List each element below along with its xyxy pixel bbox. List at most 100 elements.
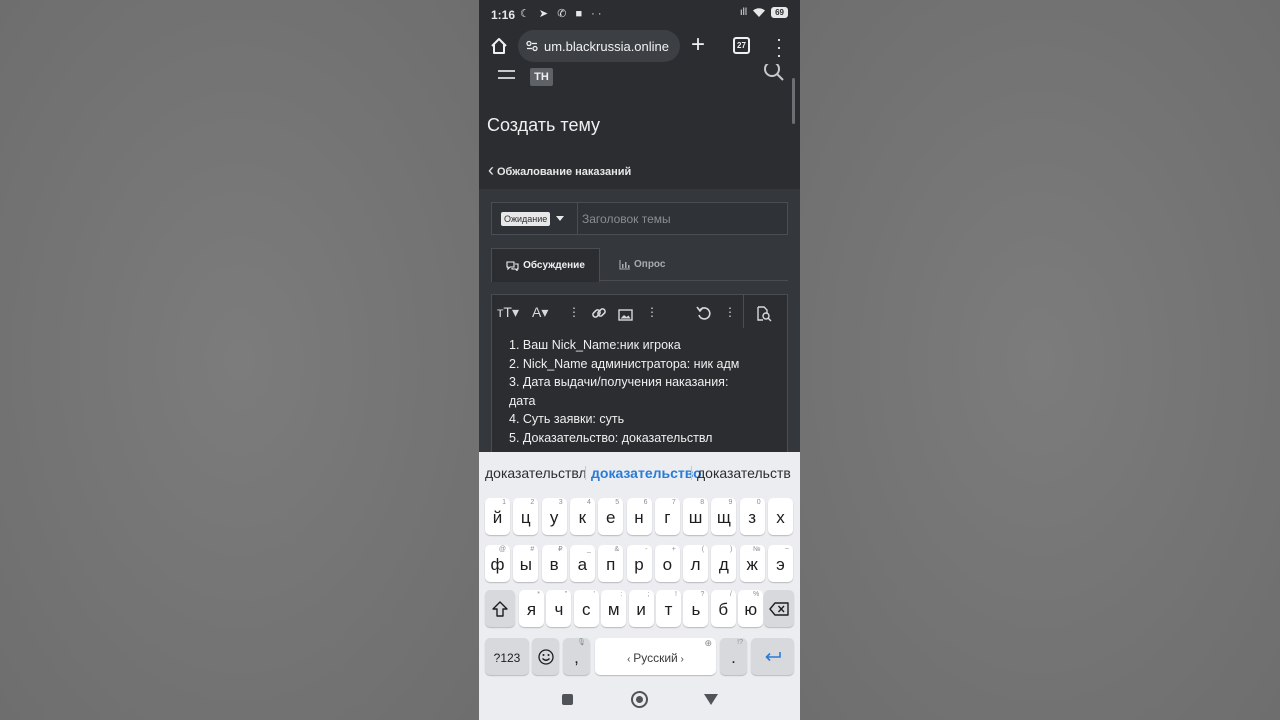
key-й[interactable]: й1 <box>485 498 510 535</box>
key-р[interactable]: р- <box>626 545 652 582</box>
key-щ[interactable]: щ9 <box>711 498 737 535</box>
suggestion-right[interactable]: доказательств <box>697 465 791 481</box>
key-п[interactable]: п & <box>598 545 624 582</box>
suggestion-divider <box>691 466 692 480</box>
key-г[interactable]: г7 <box>654 498 680 535</box>
search-icon[interactable] <box>763 64 785 86</box>
address-bar[interactable]: um.blackrussia.online <box>518 30 680 62</box>
suggestion-divider <box>585 466 586 480</box>
space-label: Русский <box>633 651 678 665</box>
editor-toolbar: тТ▾ A▾ ⋮ ⋮ ⋮ <box>492 295 787 328</box>
wifi-icon <box>753 8 766 17</box>
tab-switcher-button[interactable]: 27 <box>733 37 750 54</box>
key-hint: " <box>564 591 568 598</box>
key-х[interactable]: х <box>768 498 793 535</box>
tab-poll[interactable]: Опрос <box>619 248 665 281</box>
menu-icon[interactable] <box>498 70 515 84</box>
key-с[interactable]: с ' <box>573 590 599 627</box>
image-icon[interactable] <box>618 306 633 324</box>
key-ш[interactable]: ш8 <box>683 498 709 535</box>
key-ь[interactable]: ь? <box>683 590 709 627</box>
key-hint: 7 <box>671 499 676 506</box>
key-hint: & <box>614 546 620 553</box>
rich-text-editor[interactable]: тТ▾ A▾ ⋮ ⋮ ⋮ 1. Ваш Nick_Name:ник игрока… <box>491 294 788 452</box>
key-д[interactable]: д) <box>711 545 737 582</box>
tab-discussion[interactable]: Обсуждение <box>491 248 600 282</box>
site-logo[interactable]: ТН <box>530 68 553 86</box>
undo-icon[interactable] <box>696 304 712 322</box>
key-л[interactable]: л( <box>683 545 709 582</box>
link-icon[interactable] <box>591 304 607 322</box>
key-label: ч <box>554 600 564 619</box>
key-label: м <box>607 600 620 619</box>
key-т[interactable]: т! <box>656 590 681 627</box>
key-я[interactable]: я * <box>519 590 544 627</box>
page-scrollbar[interactable] <box>792 78 795 124</box>
period-key[interactable]: . !? <box>720 638 747 675</box>
breadcrumb[interactable]: ‹ Обжалование наказаний <box>488 160 631 181</box>
key-ы[interactable]: ы # <box>513 545 539 582</box>
bar-chart-icon <box>619 259 630 270</box>
key-и[interactable]: и; <box>628 590 654 627</box>
key-э[interactable]: э ~ <box>768 545 793 582</box>
prefix-select[interactable]: Ожидание <box>492 203 578 234</box>
preview-icon[interactable] <box>756 305 772 323</box>
key-label: е <box>605 508 616 527</box>
font-family-icon[interactable]: A▾ <box>532 303 548 321</box>
emoji-icon <box>537 649 554 665</box>
key-а[interactable]: а _ <box>569 545 595 582</box>
globe-icon: ⊕ <box>704 638 712 648</box>
home-button[interactable] <box>631 691 648 708</box>
key-ж[interactable]: ж № <box>739 545 765 582</box>
key-label: к <box>578 508 587 527</box>
status-bar: 1:16 ☾ ➤ ✆ ■ ·· ıll 69 <box>479 0 800 30</box>
editor-line: 2. Nick_Name администратора: ник адм <box>509 356 740 371</box>
more-options-icon[interactable]: ⋮ <box>568 303 580 321</box>
toolbar-divider <box>743 295 744 328</box>
shift-key[interactable] <box>485 590 515 627</box>
site-header: ТН <box>479 64 800 96</box>
numbers-key[interactable]: ?123 <box>485 638 529 675</box>
suggestion-center[interactable]: доказательство <box>591 465 702 481</box>
editor-content[interactable]: 1. Ваш Nick_Name:ник игрока 2. Nick_Name… <box>509 336 771 447</box>
key-hint: / <box>729 591 732 598</box>
key-о[interactable]: о + <box>654 545 680 582</box>
more-menu-icon[interactable]: · · · <box>775 30 783 64</box>
key-м[interactable]: м: <box>601 590 627 627</box>
key-label: ь <box>691 600 701 619</box>
key-е[interactable]: е5 <box>598 498 624 535</box>
more-insert-icon[interactable]: ⋮ <box>646 303 658 321</box>
font-size-icon[interactable]: тТ▾ <box>497 303 519 321</box>
key-в[interactable]: в ₽ <box>541 545 567 582</box>
caret-down-icon <box>556 216 565 221</box>
more-history-icon[interactable]: ⋮ <box>724 303 736 321</box>
suggestion-left[interactable]: доказательствл <box>485 465 587 481</box>
key-label: о <box>662 555 673 574</box>
thread-title-input[interactable] <box>578 203 787 234</box>
key-label: д <box>718 555 729 574</box>
key-ц[interactable]: ц2 <box>513 498 539 535</box>
key-label: ф <box>490 555 505 574</box>
enter-key[interactable] <box>751 638 794 675</box>
key-hint: 3 <box>558 499 563 506</box>
key-ф[interactable]: ф @ <box>485 545 510 582</box>
emoji-key[interactable] <box>532 638 559 675</box>
key-ч[interactable]: ч " <box>546 590 572 627</box>
key-к[interactable]: к4 <box>569 498 595 535</box>
backspace-key[interactable] <box>764 590 794 627</box>
key-label: х <box>776 508 785 527</box>
site-settings-icon[interactable] <box>526 40 538 52</box>
key-н[interactable]: н6 <box>626 498 652 535</box>
space-key[interactable]: ‹ Русский › ⊕ <box>595 638 716 675</box>
key-ю[interactable]: ю% <box>738 590 764 627</box>
key-б[interactable]: б / <box>710 590 736 627</box>
key-hint: 1 <box>502 499 506 506</box>
home-icon[interactable] <box>489 36 509 56</box>
comma-key[interactable]: , 🎙 <box>563 638 590 675</box>
recents-button[interactable] <box>562 694 573 705</box>
key-у[interactable]: у3 <box>541 498 567 535</box>
back-button[interactable] <box>704 694 718 705</box>
key-label: с <box>582 600 591 619</box>
key-з[interactable]: з0 <box>739 498 765 535</box>
new-tab-icon[interactable]: + <box>691 33 705 57</box>
